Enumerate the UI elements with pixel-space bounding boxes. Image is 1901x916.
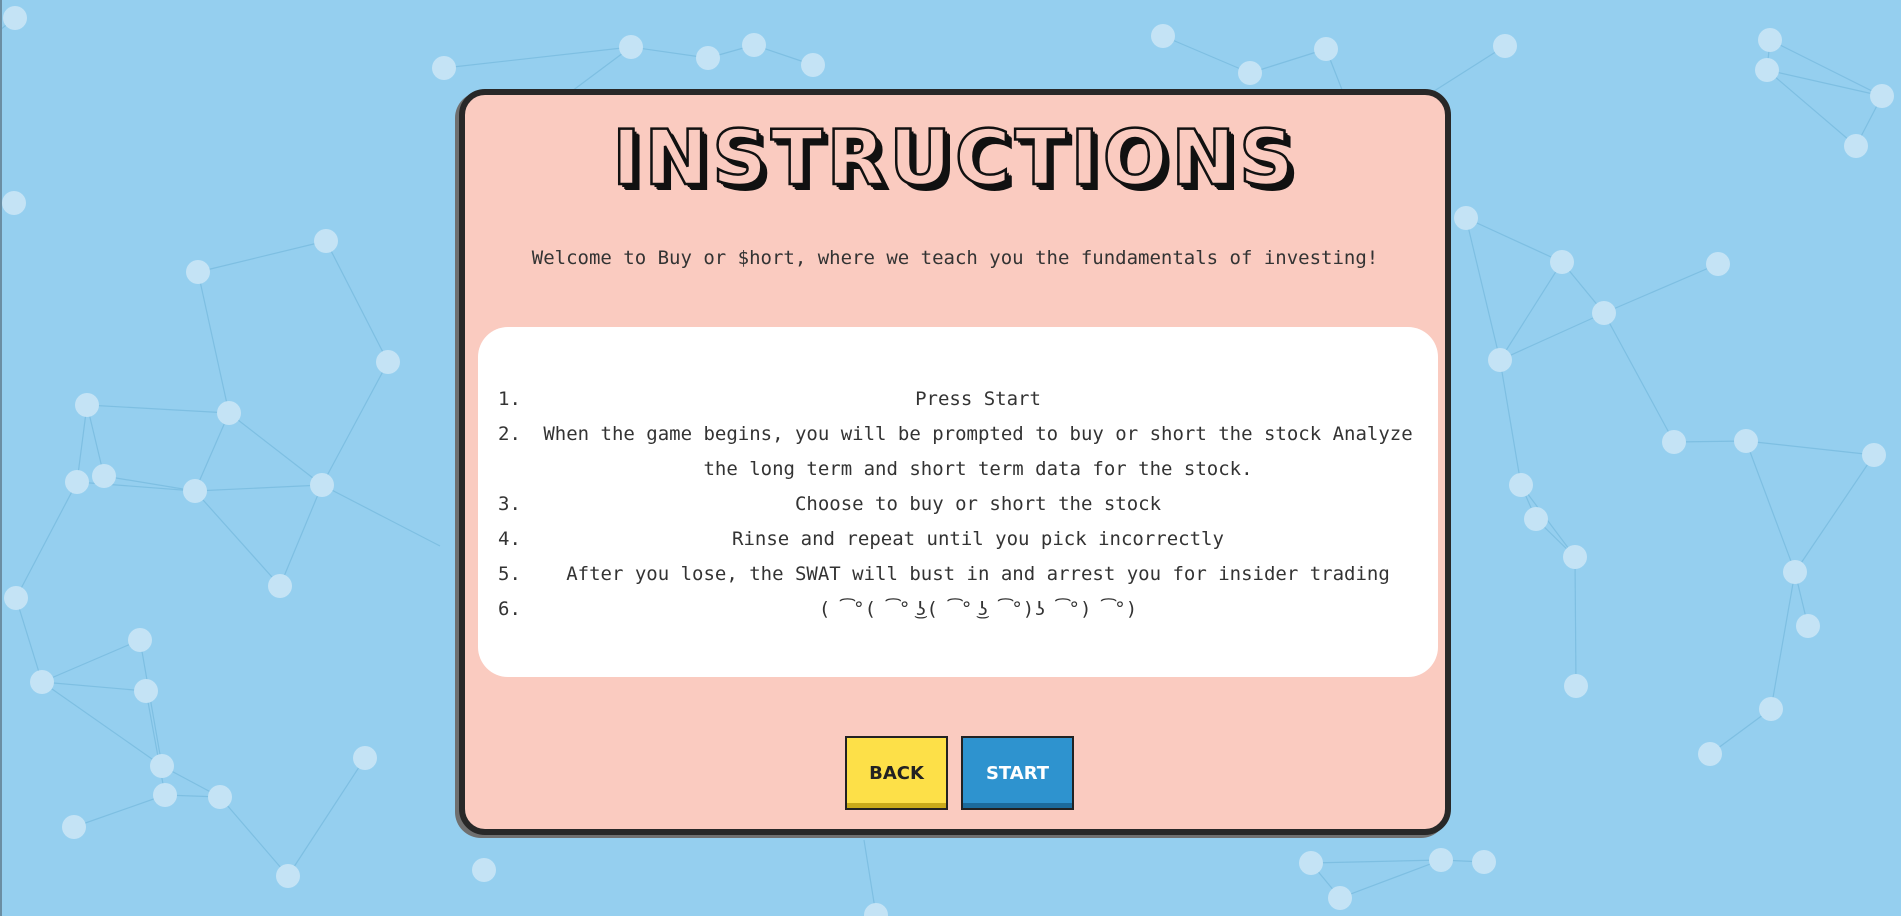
step-text: After you lose, the SWAT will bust in an… xyxy=(566,563,1390,585)
step-text: ( ͡°( ͡° ͜ʖ( ͡° ͜ʖ ͡°)ʖ ͡°) ͡°) xyxy=(818,598,1138,620)
page-title: INSTRUCTIONS xyxy=(611,112,1298,204)
list-item: 1. Press Start xyxy=(498,382,1418,417)
step-number: 6. xyxy=(498,598,521,620)
step-number: 5. xyxy=(498,563,521,585)
list-item: 6. ( ͡°( ͡° ͜ʖ( ͡° ͜ʖ ͡°)ʖ ͡°) ͡°) xyxy=(498,592,1418,627)
step-number: 3. xyxy=(498,493,521,515)
title-container: INSTRUCTIONS xyxy=(465,112,1445,204)
step-text: Choose to buy or short the stock xyxy=(794,493,1162,515)
list-item: 2. When the game begins, you will be pro… xyxy=(498,417,1418,487)
instructions-list-box: 1. Press Start 2. When the game begins, … xyxy=(478,327,1438,677)
step-number: 1. xyxy=(498,388,521,410)
instructions-card: INSTRUCTIONS Welcome to Buy or $hort, wh… xyxy=(459,89,1451,835)
step-text: Press Start xyxy=(915,388,1041,410)
welcome-text: Welcome to Buy or $hort, where we teach … xyxy=(531,247,1379,269)
step-text: Rinse and repeat until you pick incorrec… xyxy=(732,528,1224,550)
step-number: 2. xyxy=(498,423,521,445)
step-number: 4. xyxy=(498,528,521,550)
list-item: 4. Rinse and repeat until you pick incor… xyxy=(498,522,1418,557)
window-left-edge xyxy=(0,0,2,916)
step-text: When the game begins, you will be prompt… xyxy=(543,423,1413,480)
back-button[interactable]: BACK xyxy=(845,736,948,810)
steps-list: 1. Press Start 2. When the game begins, … xyxy=(498,382,1418,627)
list-item: 5. After you lose, the SWAT will bust in… xyxy=(498,557,1418,592)
start-button[interactable]: START xyxy=(961,736,1074,810)
list-item: 3. Choose to buy or short the stock xyxy=(498,487,1418,522)
